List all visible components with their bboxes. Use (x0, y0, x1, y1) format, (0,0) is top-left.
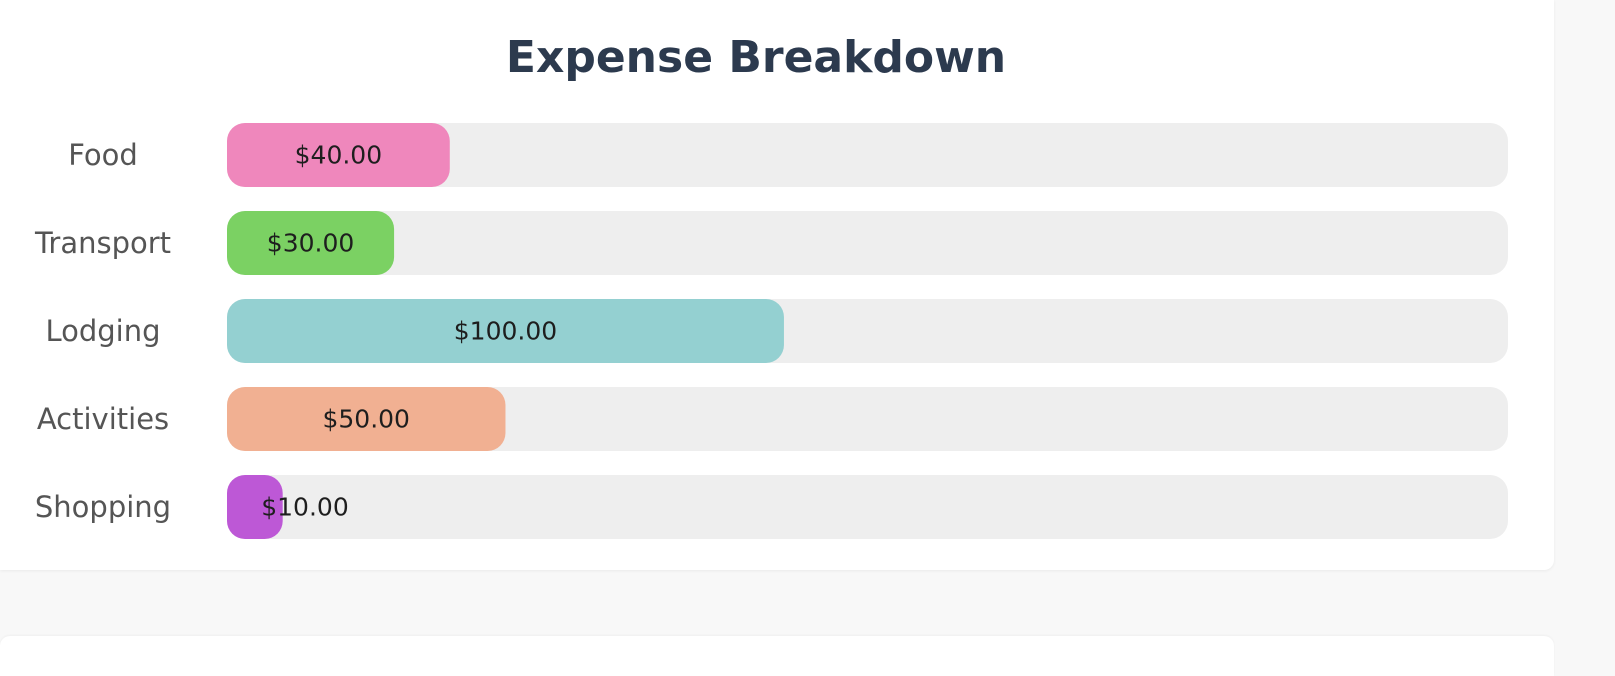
next-card (0, 636, 1554, 676)
category-label: Lodging (45, 314, 160, 348)
value-label: $100.00 (454, 317, 557, 346)
category-label: Activities (37, 402, 169, 436)
value-label: $10.00 (261, 493, 348, 522)
bar-track (227, 211, 1508, 275)
category-label: Transport (34, 226, 171, 260)
bar-track (227, 475, 1508, 539)
value-label: $50.00 (322, 405, 409, 434)
category-label: Food (68, 138, 138, 172)
value-label: $40.00 (295, 141, 382, 170)
expense-breakdown-card: Expense Breakdown Food $40.00 Transport $30… (0, 0, 1554, 570)
expense-bar-chart: Food $40.00 Transport $30.00 Lodging $100.00 A… (0, 0, 1554, 570)
category-label: Shopping (35, 490, 171, 524)
value-label: $30.00 (267, 229, 354, 258)
chart-svg: Food $40.00 Transport $30.00 Lodging $100.00 A… (34, 123, 1508, 539)
